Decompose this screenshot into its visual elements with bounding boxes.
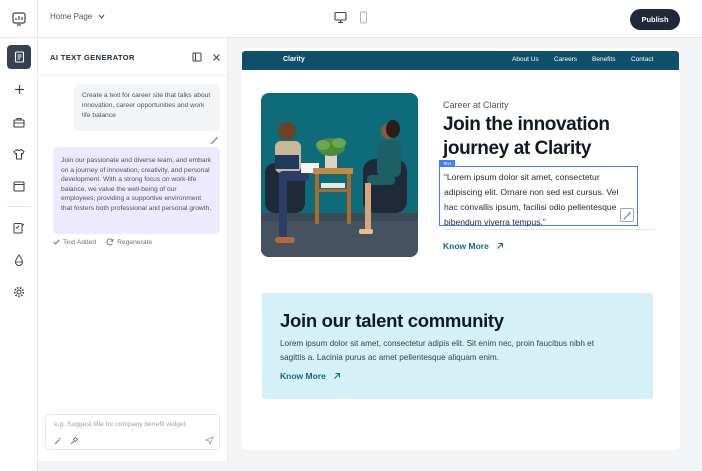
ai-response-message: Join our passionate and diverse team, an… bbox=[53, 147, 220, 234]
gear-icon bbox=[13, 286, 25, 298]
desktop-icon[interactable] bbox=[334, 11, 347, 24]
hero-title: Join the innovation journey at Clarity bbox=[443, 114, 610, 159]
regenerate-button[interactable]: Regenerate bbox=[106, 238, 152, 246]
hero-know-more-link[interactable]: Know More bbox=[443, 241, 504, 251]
dock-panel-icon[interactable] bbox=[191, 51, 203, 63]
send-icon[interactable] bbox=[205, 436, 214, 445]
magic-wand-icon[interactable] bbox=[210, 136, 219, 145]
regenerate-label: Regenerate bbox=[117, 238, 153, 246]
message-actions: Text Added Regenerate bbox=[53, 238, 152, 246]
rail-pages-button[interactable] bbox=[7, 45, 31, 69]
rail-jobs-button[interactable] bbox=[7, 110, 31, 134]
nav-link-contact[interactable]: Contact bbox=[631, 56, 653, 63]
app-logo[interactable] bbox=[0, 0, 38, 38]
document-icon bbox=[14, 51, 24, 63]
chevron-down-icon bbox=[98, 14, 105, 19]
talent-know-more-link[interactable]: Know More bbox=[280, 371, 341, 381]
panel-title: AI TEXT GENERATOR bbox=[50, 53, 135, 62]
nav-link-benefits[interactable]: Benefits bbox=[592, 56, 616, 63]
brush-icon[interactable] bbox=[70, 437, 78, 445]
talent-title: Join our talent community bbox=[280, 310, 504, 331]
rail-settings-button[interactable] bbox=[7, 280, 31, 304]
page-selector[interactable]: Home Page bbox=[50, 12, 105, 21]
page-selector-label: Home Page bbox=[50, 12, 93, 21]
user-message: Create a text for career site that talks… bbox=[74, 84, 220, 131]
rail-theme-button[interactable] bbox=[7, 248, 31, 272]
rail-divider bbox=[7, 206, 31, 207]
magic-wand-icon bbox=[623, 211, 631, 219]
shirt-icon bbox=[13, 148, 25, 160]
team-meeting-photo bbox=[261, 93, 418, 257]
dashboard-icon bbox=[11, 12, 26, 26]
talent-know-more-label: Know More bbox=[280, 371, 326, 381]
mobile-icon[interactable] bbox=[359, 11, 368, 24]
left-toolbar bbox=[0, 38, 38, 471]
site-brand[interactable]: Clarity bbox=[283, 56, 305, 63]
panel-header: AI TEXT GENERATOR bbox=[38, 38, 228, 76]
hero-eyebrow: Career at Clarity bbox=[443, 100, 509, 110]
arrow-up-right-icon bbox=[333, 372, 340, 379]
plus-icon bbox=[14, 84, 24, 94]
browser-window-icon bbox=[13, 180, 25, 192]
edit-checklist-icon bbox=[13, 223, 25, 234]
hero-divider bbox=[443, 229, 655, 230]
nav-link-careers[interactable]: Careers bbox=[554, 56, 577, 63]
ai-generate-button[interactable] bbox=[620, 208, 634, 222]
text-added-status: Text Added bbox=[53, 238, 96, 246]
rail-layout-button[interactable] bbox=[7, 174, 31, 198]
hero-know-more-label: Know More bbox=[443, 241, 489, 251]
briefcase-icon bbox=[13, 117, 25, 128]
droplet-icon bbox=[14, 254, 24, 266]
rail-add-button[interactable] bbox=[7, 77, 31, 101]
rail-brand-button[interactable] bbox=[7, 142, 31, 166]
prompt-input-box bbox=[45, 414, 220, 450]
device-toggle bbox=[334, 11, 368, 24]
selected-text-block[interactable]: “Lorem ipsum dolor sit amet, consectetur… bbox=[439, 166, 638, 227]
hero-image bbox=[261, 93, 418, 257]
top-bar: Home Page Publish bbox=[0, 0, 702, 38]
text-added-label: Text Added bbox=[63, 238, 97, 246]
refresh-icon bbox=[106, 238, 114, 246]
magic-wand-icon[interactable] bbox=[54, 437, 62, 445]
close-icon[interactable] bbox=[210, 51, 222, 63]
publish-button[interactable]: Publish bbox=[630, 9, 680, 30]
arrow-up-right-icon bbox=[496, 242, 503, 249]
rail-forms-button[interactable] bbox=[7, 216, 31, 240]
check-icon bbox=[53, 239, 60, 245]
talent-body: Lorem ipsum dolor sit amet, consectetur … bbox=[280, 339, 595, 362]
prompt-input[interactable] bbox=[54, 421, 214, 428]
nav-link-about[interactable]: About Us bbox=[512, 56, 539, 63]
